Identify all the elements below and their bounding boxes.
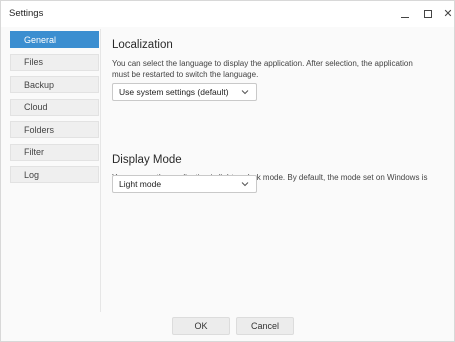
sidebar: General Files Backup Cloud Folders Filte… — [10, 31, 101, 189]
sidebar-item-label: Cloud — [24, 102, 48, 112]
close-button[interactable]: ✕ — [439, 5, 455, 23]
sidebar-item-folders[interactable]: Folders — [10, 121, 99, 138]
localization-title: Localization — [112, 39, 173, 51]
language-select[interactable]: Use system settings (default) — [112, 83, 257, 101]
sidebar-item-files[interactable]: Files — [10, 53, 99, 71]
display-mode-select[interactable]: Light mode — [112, 175, 257, 193]
sidebar-item-label: Filter — [24, 147, 44, 157]
minimize-button[interactable] — [396, 5, 414, 23]
sidebar-item-label: General — [24, 34, 57, 45]
display-mode-select-value: Light mode — [119, 179, 162, 189]
sidebar-item-general[interactable]: General — [10, 31, 99, 48]
sidebar-item-backup[interactable]: Backup — [10, 76, 99, 93]
display-mode-title: Display Mode — [112, 154, 182, 166]
sidebar-item-label: Folders — [24, 124, 55, 135]
sidebar-item-cloud[interactable]: Cloud — [10, 98, 99, 116]
sidebar-item-label: Files — [24, 57, 44, 67]
cancel-button-label: Cancel — [250, 321, 279, 331]
cancel-button[interactable]: Cancel — [236, 317, 294, 335]
sidebar-divider — [100, 29, 101, 312]
sidebar-item-label: Backup — [24, 79, 55, 90]
maximize-icon — [424, 10, 432, 18]
sidebar-item-filter[interactable]: Filter — [10, 143, 99, 161]
settings-window: Settings ✕ General Files Backup Cloud Fo… — [0, 0, 455, 342]
sidebar-item-log[interactable]: Log — [10, 166, 99, 183]
maximize-button[interactable] — [419, 5, 437, 23]
chevron-down-icon — [241, 182, 249, 187]
localization-description: You can select the language to display t… — [112, 59, 413, 79]
title-bar: Settings ✕ — [1, 1, 454, 27]
close-icon: ✕ — [443, 7, 453, 20]
sidebar-item-label: Log — [24, 169, 40, 180]
chevron-down-icon — [241, 90, 249, 95]
language-select-value: Use system settings (default) — [119, 87, 229, 97]
minimize-icon — [401, 16, 409, 18]
ok-button-label: OK — [194, 321, 208, 331]
ok-button[interactable]: OK — [172, 317, 230, 335]
window-title: Settings — [9, 8, 44, 19]
